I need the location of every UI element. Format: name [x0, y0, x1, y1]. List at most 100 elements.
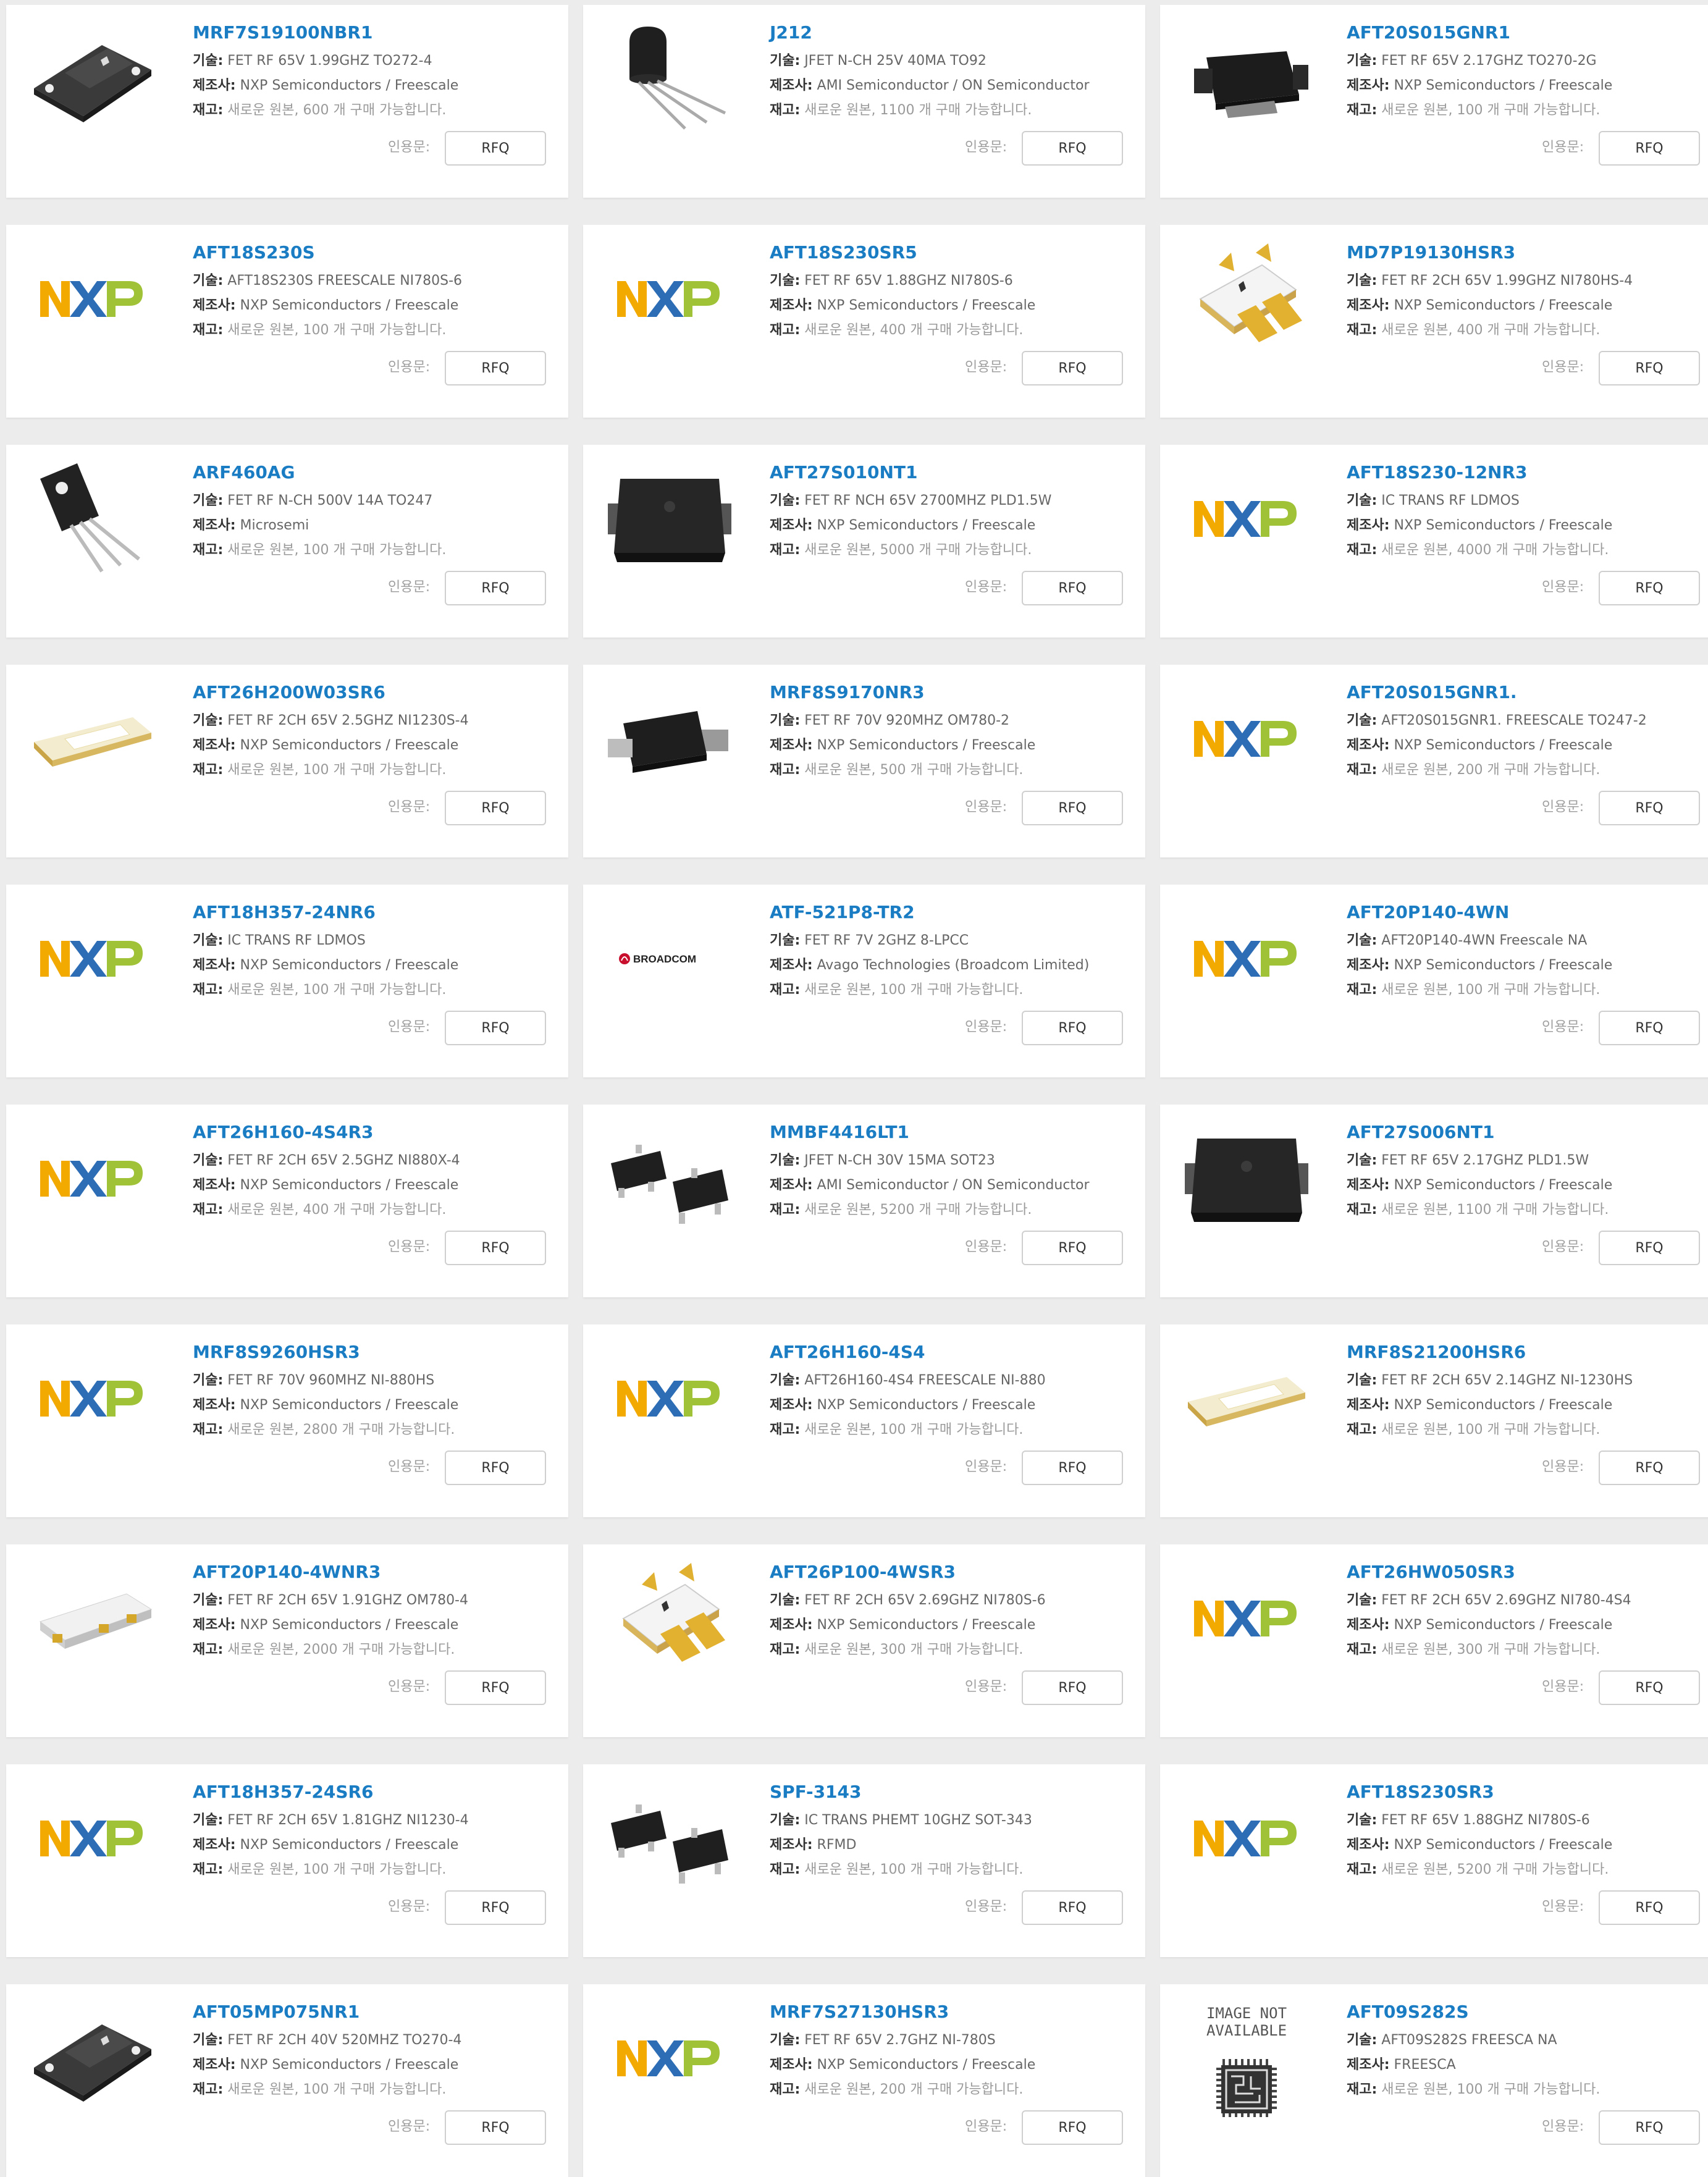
rfq-button[interactable]: RFQ	[445, 2110, 546, 2145]
product-image-icon[interactable]	[602, 1117, 738, 1240]
rfq-button[interactable]: RFQ	[445, 1231, 546, 1265]
rfq-button[interactable]: RFQ	[1599, 1011, 1700, 1045]
rfq-button[interactable]: RFQ	[1022, 1231, 1123, 1265]
part-number-link[interactable]: AFT26H160-4S4	[770, 1342, 925, 1362]
product-image-icon[interactable]	[25, 17, 161, 141]
nxp-logo-icon[interactable]	[25, 1777, 161, 1900]
manufacturer-line: 제조사: Avago Technologies (Broadcom Limite…	[770, 956, 1089, 975]
part-number-link[interactable]: AFT18H357-24SR6	[193, 1782, 374, 1802]
part-number-link[interactable]: MRF7S27130HSR3	[770, 2002, 949, 2022]
nxp-logo-icon[interactable]	[1179, 897, 1315, 1021]
rfq-button[interactable]: RFQ	[1022, 351, 1123, 385]
manufacturer-line: 제조사: NXP Semiconductors / Freescale	[193, 1616, 458, 1635]
part-number-link[interactable]: AFT20P140-4WNR3	[193, 1562, 381, 1582]
part-number-link[interactable]: MRF7S19100NBR1	[193, 22, 372, 43]
product-image-icon[interactable]	[602, 677, 738, 801]
part-number-link[interactable]: MD7P19130HSR3	[1347, 242, 1515, 263]
part-number-link[interactable]: AFT18S230-12NR3	[1347, 462, 1528, 482]
rfq-button[interactable]: RFQ	[1599, 1670, 1700, 1705]
rfq-button[interactable]: RFQ	[1022, 1011, 1123, 1045]
rfq-button[interactable]: RFQ	[1599, 351, 1700, 385]
image-not-available-icon[interactable]: IMAGE NOT AVAILABLE	[1179, 1997, 1315, 2120]
part-number-link[interactable]: AFT18H357-24NR6	[193, 902, 376, 922]
rfq-button[interactable]: RFQ	[1599, 571, 1700, 605]
part-number-link[interactable]: AFT09S282S	[1347, 2002, 1469, 2022]
nxp-logo-icon[interactable]	[1179, 1557, 1315, 1680]
product-image-icon[interactable]	[602, 457, 738, 581]
description-line: 기술: FET RF 2CH 40V 520MHZ TO270-4	[193, 2031, 461, 2050]
rfq-button[interactable]: RFQ	[1599, 1451, 1700, 1485]
broadcom-logo-icon[interactable]: BROADCOM	[602, 897, 738, 1021]
product-image-icon[interactable]	[602, 17, 738, 141]
part-number-link[interactable]: ARF460AG	[193, 462, 295, 482]
part-number-link[interactable]: AFT05MP075NR1	[193, 2002, 360, 2022]
product-image-icon[interactable]	[25, 1557, 161, 1680]
rfq-button[interactable]: RFQ	[1599, 1890, 1700, 1925]
part-number-link[interactable]: MRF8S21200HSR6	[1347, 1342, 1526, 1362]
rfq-button[interactable]: RFQ	[1599, 791, 1700, 825]
product-image-icon[interactable]	[1179, 237, 1315, 361]
rfq-button[interactable]: RFQ	[445, 1011, 546, 1045]
product-image-icon[interactable]	[1179, 1117, 1315, 1240]
nxp-logo-icon[interactable]	[602, 1337, 738, 1460]
product-image-icon[interactable]	[602, 1557, 738, 1680]
rfq-button[interactable]: RFQ	[1022, 2110, 1123, 2145]
rfq-button[interactable]: RFQ	[445, 1670, 546, 1705]
rfq-button[interactable]: RFQ	[445, 351, 546, 385]
part-number-link[interactable]: AFT20S015GNR1.	[1347, 682, 1517, 702]
rfq-button[interactable]: RFQ	[1022, 791, 1123, 825]
nxp-logo-icon[interactable]	[1179, 457, 1315, 581]
product-image-icon[interactable]	[1179, 1337, 1315, 1460]
part-number-link[interactable]: AFT18S230SR5	[770, 242, 917, 263]
rfq-button[interactable]: RFQ	[445, 131, 546, 166]
part-number-link[interactable]: MRF8S9260HSR3	[193, 1342, 360, 1362]
part-number-link[interactable]: ATF-521P8-TR2	[770, 902, 915, 922]
product-card: AFT27S010NT1 기술: FET RF NCH 65V 2700MHZ …	[583, 445, 1145, 638]
product-image-icon[interactable]	[602, 1777, 738, 1900]
part-number-link[interactable]: MRF8S9170NR3	[770, 682, 925, 702]
rfq-button[interactable]: RFQ	[1599, 1231, 1700, 1265]
rfq-button[interactable]: RFQ	[1022, 1451, 1123, 1485]
part-number-link[interactable]: AFT18S230SR3	[1347, 1782, 1494, 1802]
rfq-button[interactable]: RFQ	[1022, 1890, 1123, 1925]
part-number-link[interactable]: AFT27S006NT1	[1347, 1122, 1495, 1142]
nxp-logo-icon[interactable]	[25, 1337, 161, 1460]
nxp-logo-icon[interactable]	[602, 1997, 738, 2120]
rfq-button[interactable]: RFQ	[1022, 131, 1123, 166]
nxp-logo-icon[interactable]	[25, 237, 161, 361]
part-number-link[interactable]: AFT26H200W03SR6	[193, 682, 385, 702]
product-image-icon[interactable]	[25, 457, 161, 581]
nxp-logo-icon[interactable]	[25, 1117, 161, 1240]
nxp-logo-icon[interactable]	[1179, 677, 1315, 801]
part-number-link[interactable]: AFT20P140-4WN	[1347, 902, 1509, 922]
rfq-button[interactable]: RFQ	[1599, 131, 1700, 166]
part-number-link[interactable]: SPF-3143	[770, 1782, 862, 1802]
nxp-logo-icon[interactable]	[602, 237, 738, 361]
part-number-link[interactable]: AFT18S230S	[193, 242, 315, 263]
manufacturer-line: 제조사: NXP Semiconductors / Freescale	[770, 516, 1035, 535]
rfq-button[interactable]: RFQ	[445, 1890, 546, 1925]
rfq-button[interactable]: RFQ	[445, 791, 546, 825]
description-value: AFT20P140-4WN Freescale NA	[1381, 933, 1588, 948]
nxp-logo-icon[interactable]	[1179, 1777, 1315, 1900]
product-image-icon[interactable]	[25, 677, 161, 801]
rfq-button[interactable]: RFQ	[1022, 571, 1123, 605]
part-number-link[interactable]: AFT20S015GNR1	[1347, 22, 1510, 43]
part-number-link[interactable]: AFT26HW050SR3	[1347, 1562, 1515, 1582]
product-card: AFT26H160-4S4 기술: AFT26H160-4S4 FREESCAL…	[583, 1324, 1145, 1517]
rfq-button[interactable]: RFQ	[1599, 2110, 1700, 2145]
product-image-icon[interactable]	[1179, 17, 1315, 141]
stock-label: 재고:	[193, 1862, 224, 1877]
stock-label: 재고:	[193, 982, 224, 998]
product-image-icon[interactable]	[25, 1997, 161, 2120]
part-number-link[interactable]: AFT27S010NT1	[770, 462, 918, 482]
nxp-logo-icon[interactable]	[25, 897, 161, 1021]
rfq-button[interactable]: RFQ	[1022, 1670, 1123, 1705]
part-number-link[interactable]: AFT26P100-4WSR3	[770, 1562, 956, 1582]
part-number-link[interactable]: AFT26H160-4S4R3	[193, 1122, 374, 1142]
rfq-button[interactable]: RFQ	[445, 1451, 546, 1485]
part-number-link[interactable]: J212	[770, 22, 812, 43]
rfq-button[interactable]: RFQ	[445, 571, 546, 605]
description-line: 기술: AFT20P140-4WN Freescale NA	[1347, 932, 1587, 950]
part-number-link[interactable]: MMBF4416LT1	[770, 1122, 909, 1142]
